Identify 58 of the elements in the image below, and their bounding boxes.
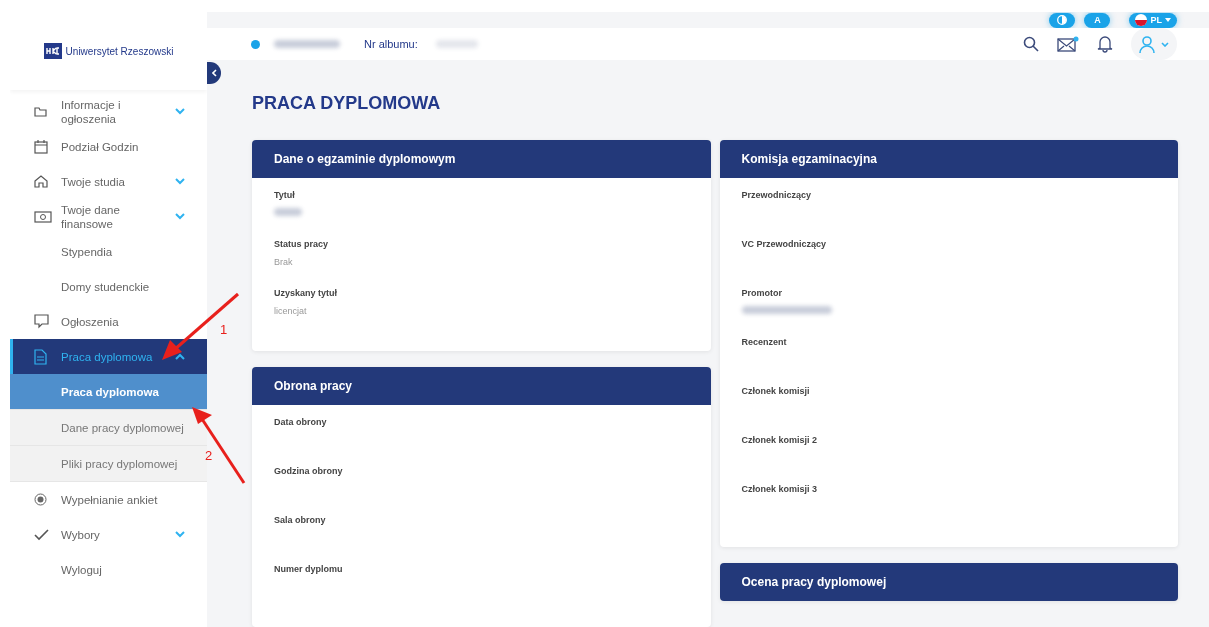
logo-text: Uniwersytet Rzeszowski [65, 45, 174, 57]
home-icon [34, 175, 48, 188]
folder-icon [34, 105, 48, 118]
field-label: Data obrony [274, 417, 328, 427]
annotation-number: 2 [205, 448, 213, 463]
card-title: Komisja egzaminacyjna [741, 152, 877, 166]
document-icon [34, 348, 47, 365]
field-label: Członek komisji 2 [741, 435, 819, 445]
check-icon [34, 528, 49, 541]
page-title: PRACA DYPLOMOWA [252, 93, 442, 114]
menu-item[interactable]: Ogłoszenia [10, 304, 207, 339]
annotation-number: 1 [220, 322, 228, 337]
menu-item[interactable]: Informacje i ogłoszenia [10, 94, 207, 129]
chevron-down-icon [1161, 41, 1169, 47]
field-label: Numer dyplomu [274, 564, 344, 574]
field-label: Członek komisji 3 [741, 484, 819, 494]
menu-item[interactable]: Twoje dane finansowe [10, 199, 207, 234]
menu-item[interactable]: Stypendia [10, 234, 207, 269]
card-title: Dane o egzaminie dyplomowym [274, 152, 456, 166]
banknote-icon [34, 210, 52, 223]
bell-icon[interactable] [1097, 35, 1113, 53]
field-value: licencjat [274, 306, 308, 316]
contrast-button[interactable] [1049, 12, 1076, 28]
menu-item[interactable]: Wyloguj [10, 552, 207, 587]
contrast-icon [1057, 15, 1068, 25]
field-label: Członek komisji [741, 386, 811, 396]
chevron-left-icon [211, 69, 217, 77]
mail-icon[interactable] [1057, 35, 1079, 53]
menu-item[interactable]: Wypełnianie ankiet [10, 482, 207, 517]
menu-item[interactable]: Praca dyplomowa [10, 339, 207, 374]
menu-item[interactable]: Podział Godzin [10, 129, 207, 164]
radio-icon [34, 493, 47, 506]
field-value: Brak [274, 257, 294, 267]
user-icon [1139, 35, 1155, 53]
field-label: Tytuł [274, 190, 296, 200]
submenu-item[interactable]: Dane pracy dyplomowej [10, 410, 207, 446]
album-label: Nr albumu: [364, 38, 418, 50]
status-dot [251, 39, 260, 49]
field-label: Przewodniczący [741, 190, 813, 200]
field-label: Promotor [741, 288, 783, 298]
menu-item[interactable]: Wybory [10, 517, 207, 552]
card-title: Ocena pracy dyplomowej [741, 575, 887, 589]
chat-icon [34, 314, 49, 329]
menu-item[interactable]: Twoje studia [10, 164, 207, 199]
logo-icon [43, 43, 62, 59]
field-label: Status pracy [274, 239, 330, 249]
submenu-item[interactable]: Praca dyplomowa [10, 374, 207, 410]
caret-icon [1165, 18, 1171, 22]
field-label: Godzina obrony [274, 466, 344, 476]
card-title: Obrona pracy [274, 379, 353, 393]
search-icon[interactable] [1023, 36, 1039, 52]
calendar-icon [34, 139, 48, 154]
field-label: Recenzent [741, 337, 788, 347]
collapse-sidebar-button[interactable] [207, 62, 221, 84]
field-label: VC Przewodniczący [741, 239, 828, 249]
field-label: Uzyskany tytuł [274, 288, 339, 298]
menu-item[interactable]: Domy studenckie [10, 269, 207, 304]
field-label: Sala obrony [274, 515, 327, 525]
